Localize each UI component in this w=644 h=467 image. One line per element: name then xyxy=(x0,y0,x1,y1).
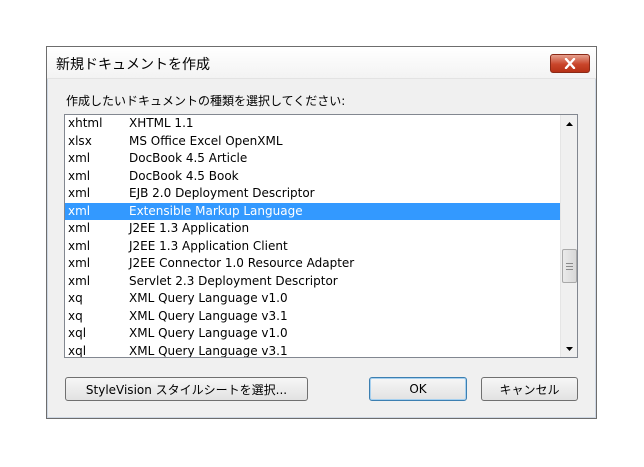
scroll-up-arrow-icon xyxy=(566,121,573,126)
list-item-name: EJB 2.0 Deployment Descriptor xyxy=(129,186,315,200)
list-item-name: XML Query Language v1.0 xyxy=(129,326,288,340)
cancel-button[interactable]: キャンセル xyxy=(481,377,578,401)
list-item-name: Extensible Markup Language xyxy=(129,203,303,218)
list-item-name: J2EE 1.3 Application xyxy=(129,221,250,235)
list-item-name: Servlet 2.3 Deployment Descriptor xyxy=(129,273,338,288)
vertical-scrollbar[interactable] xyxy=(560,115,577,357)
list-item-type: xq xyxy=(68,291,83,305)
close-button[interactable] xyxy=(550,54,590,73)
list-item[interactable]: xml DocBook 4.5 Book xyxy=(65,168,561,186)
list-item-name: J2EE 1.3 Application Client xyxy=(129,238,288,253)
list-item-type: xhtml xyxy=(68,116,103,130)
list-item-name: XHTML 1.1 xyxy=(129,116,194,130)
title-bar[interactable]: 新規ドキュメントを作成 xyxy=(47,47,596,79)
list-item[interactable]: xml DocBook 4.5 Article xyxy=(65,150,561,168)
list-item-type: xq xyxy=(68,308,83,323)
list-item[interactable]: xml J2EE 1.3 Application Client xyxy=(65,238,561,256)
scroll-down-arrow-icon xyxy=(566,346,573,351)
list-item[interactable]: xq XML Query Language v3.1 xyxy=(65,308,561,326)
scroll-down-button[interactable] xyxy=(561,340,577,357)
list-item-type: xml xyxy=(68,151,91,165)
list-item[interactable]: xhtml XHTML 1.1 xyxy=(65,115,561,133)
scrollbar-thumb[interactable] xyxy=(562,249,577,283)
list-item-name: XML Query Language v3.1 xyxy=(129,343,288,358)
list-item[interactable]: xml Extensible Markup Language xyxy=(65,202,561,220)
list-item-type: xml xyxy=(68,238,91,253)
dialog-title: 新規ドキュメントを作成 xyxy=(56,57,210,73)
list-item-name: XML Query Language v3.1 xyxy=(129,308,288,323)
list-item-type: xml xyxy=(68,186,91,200)
document-type-list[interactable]: xhtml XHTML 1.1 xlsx MS Office Excel OpenXM… xyxy=(64,114,578,358)
list-item[interactable]: xml J2EE 1.3 Application xyxy=(65,220,561,238)
list-item[interactable]: xml J2EE Connector 1.0 Resource Adapter xyxy=(65,255,561,273)
list-item-type: xml xyxy=(68,256,91,270)
list-item-name: MS Office Excel OpenXML xyxy=(129,133,283,148)
list-item[interactable]: xql XML Query Language v3.1 xyxy=(65,343,561,358)
list-item-name: DocBook 4.5 Book xyxy=(129,168,239,183)
list-item[interactable]: xlsx MS Office Excel OpenXML xyxy=(65,133,561,151)
list-item-name: XML Query Language v1.0 xyxy=(129,291,288,305)
grip-icon xyxy=(566,262,573,270)
list-item-type: xql xyxy=(68,326,87,340)
select-stylevision-stylesheet-button[interactable]: StyleVision スタイルシートを選択... xyxy=(65,377,308,401)
list-item-type: xml xyxy=(68,203,91,218)
list-item-type: xql xyxy=(68,343,87,358)
list-item[interactable]: xql XML Query Language v1.0 xyxy=(65,325,561,343)
list-item[interactable]: xq XML Query Language v1.0 xyxy=(65,290,561,308)
list-item[interactable]: xml EJB 2.0 Deployment Descriptor xyxy=(65,185,561,203)
list-item-type: xml xyxy=(68,168,91,183)
list-item[interactable]: xml Servlet 2.3 Deployment Descriptor xyxy=(65,273,561,291)
ok-button[interactable]: OK xyxy=(369,377,467,401)
new-document-dialog: 新規ドキュメントを作成 作成したいドキュメントの種類を選択してください: xht… xyxy=(46,46,597,419)
instruction-label: 作成したいドキュメントの種類を選択してください: xyxy=(66,94,346,108)
close-icon xyxy=(564,58,576,69)
list-item-type: xlsx xyxy=(68,133,92,148)
list-item-name: DocBook 4.5 Article xyxy=(129,151,248,165)
list-item-name: J2EE Connector 1.0 Resource Adapter xyxy=(129,256,355,270)
list-rows: xhtml XHTML 1.1 xlsx MS Office Excel OpenXM… xyxy=(65,115,561,358)
list-item-type: xml xyxy=(68,273,91,288)
scroll-up-button[interactable] xyxy=(561,115,577,132)
list-item-type: xml xyxy=(68,221,91,235)
